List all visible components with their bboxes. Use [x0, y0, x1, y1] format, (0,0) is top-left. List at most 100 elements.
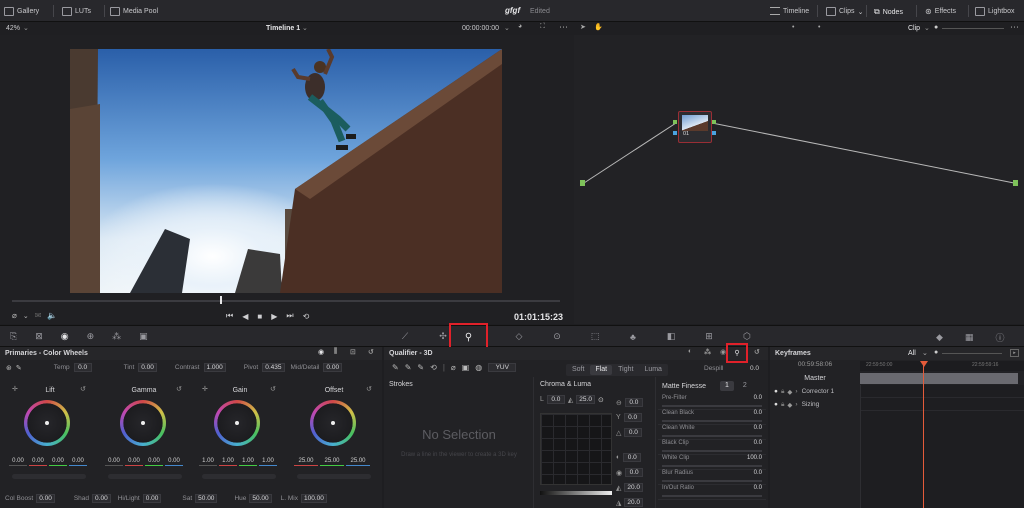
master-track-bar[interactable] — [860, 373, 1018, 384]
effects-button[interactable]: ⊛ Effects — [925, 7, 956, 16]
zoom-slider[interactable] — [942, 28, 1004, 29]
matte-finesse-row[interactable]: Pre-Filter 0.0 — [658, 395, 766, 410]
side-field-7[interactable]: 20.0 — [624, 498, 644, 507]
scrubber-playhead[interactable] — [220, 296, 222, 304]
zoom-slider-handle[interactable]: ● — [934, 24, 938, 31]
log-mode-icon[interactable]: ⊡ — [350, 348, 356, 356]
gamma-b[interactable]: 0.00 — [165, 457, 183, 466]
side-field-6[interactable]: 20.0 — [624, 483, 644, 492]
matte-param-slider[interactable] — [662, 480, 762, 482]
gamma-g[interactable]: 0.00 — [145, 457, 163, 466]
reset-icon[interactable]: ↺ — [368, 348, 374, 356]
pick-subtract-icon[interactable]: ✎ — [417, 363, 424, 372]
chevron-right-icon[interactable]: › — [795, 401, 797, 408]
chevron-down-icon[interactable]: ⌄ — [924, 24, 930, 32]
luts-button[interactable]: LUTs — [62, 7, 91, 16]
scrubber-bar[interactable] — [12, 300, 560, 302]
side-field-4[interactable]: 0.0 — [623, 453, 642, 462]
tab-flat[interactable]: Flat — [590, 365, 613, 375]
track-corrector-1[interactable]: ● 🔒︎ ◆ › Corrector 1 — [770, 385, 860, 398]
pick-add-icon[interactable]: ✎ — [405, 363, 412, 372]
bars-mode-icon[interactable]: ⫼ — [334, 348, 337, 356]
expand-icon[interactable]: ▸ — [1010, 349, 1019, 357]
offset-g[interactable]: 25.00 — [320, 457, 344, 466]
matte-finesse-row[interactable]: White Clip 100.0 — [658, 455, 766, 470]
gain-wheel[interactable] — [214, 400, 260, 446]
rgb-mode-icon[interactable]: ⁂ — [704, 348, 711, 356]
visibility-icon[interactable]: ● — [774, 388, 778, 395]
chevron-down-icon[interactable]: ⌄ — [504, 24, 510, 32]
zoom-handle[interactable]: ● — [934, 349, 938, 356]
wheels-mode-icon[interactable]: ◉ — [318, 348, 324, 356]
window-icon[interactable]: ◇ — [500, 331, 538, 342]
temp-field[interactable]: 0.0 — [73, 363, 92, 372]
keyframe-ruler[interactable]: 22:59:50:00 22:59:59:16 — [860, 361, 1024, 371]
side-field-1[interactable]: 0.0 — [624, 398, 643, 407]
eyedropper-icon[interactable]: ⌀ — [451, 363, 456, 372]
matte-param-value[interactable]: 0.0 — [754, 470, 762, 476]
matte-finesse-row[interactable]: Black Clip 0.0 — [658, 440, 766, 455]
color-wheels-icon[interactable]: ◉ — [61, 331, 69, 342]
matte-param-slider[interactable] — [662, 495, 762, 497]
lock-icon[interactable]: 🔒︎ — [781, 388, 784, 396]
nodes-button[interactable]: ⧉ Nodes — [874, 7, 903, 17]
matte-param-value[interactable]: 0.0 — [754, 440, 762, 446]
matte-finesse-row[interactable]: Blur Radius 0.0 — [658, 470, 766, 485]
gain-r[interactable]: 1.00 — [219, 457, 237, 466]
play-reverse-icon[interactable]: ◀ — [242, 312, 248, 321]
reset-icon[interactable]: ↺ — [754, 348, 760, 356]
hsl-mode-icon[interactable]: ◐ — [688, 348, 692, 355]
hilight-field[interactable]: 0.00 — [142, 494, 162, 503]
node-input-rgb[interactable] — [673, 120, 677, 124]
despill-value[interactable]: 0.0 — [750, 365, 759, 372]
camera-raw-icon[interactable]: ⎘ — [10, 331, 17, 342]
viewer-image[interactable] — [70, 49, 502, 293]
matte-tab-1[interactable]: 1 — [719, 381, 734, 391]
node-mode[interactable]: Clip — [908, 25, 920, 32]
tab-tight[interactable]: Tight — [613, 365, 638, 375]
lift-y[interactable]: 0.00 — [9, 457, 27, 466]
color-space-select[interactable]: YUV — [488, 363, 517, 372]
chevron-down-icon[interactable]: ⌄ — [922, 349, 928, 357]
gallery-button[interactable]: Gallery — [4, 7, 39, 16]
magic-mask-icon[interactable]: ⬚ — [576, 331, 614, 342]
blur-icon[interactable]: ♣ — [614, 332, 652, 342]
reset-icon[interactable]: ↺ — [176, 385, 182, 393]
target-icon[interactable]: ⊙ — [598, 396, 604, 404]
shad-field[interactable]: 0.00 — [92, 494, 111, 503]
keyframe-filter[interactable]: All — [908, 350, 916, 357]
matte-param-slider[interactable] — [662, 450, 762, 452]
more-options-icon[interactable]: ⋯ — [559, 22, 568, 33]
rgb-mixer-icon[interactable]: ⁂ — [112, 331, 121, 342]
timeline-button[interactable]: Timeline — [770, 7, 809, 15]
gain-g[interactable]: 1.00 — [239, 457, 257, 466]
zoom-level[interactable]: 42% — [6, 25, 20, 32]
offset-b[interactable]: 25.00 — [346, 457, 370, 466]
offset-r[interactable]: 25.00 — [294, 457, 318, 466]
3d-icon[interactable]: ⬡ — [728, 331, 766, 342]
pick-icon[interactable]: ✎ — [392, 363, 399, 372]
pointer-icon[interactable]: ➤ — [580, 23, 586, 31]
fullscreen-icon[interactable]: ⛶ — [540, 23, 545, 31]
gamma-master-slider[interactable] — [108, 474, 182, 479]
node-graph[interactable]: 01 — [574, 35, 1024, 324]
keyframes-icon[interactable]: ◆ — [936, 332, 943, 343]
lock-icon[interactable]: 🔒︎ — [781, 401, 784, 409]
gamma-r[interactable]: 0.00 — [125, 457, 143, 466]
keyframe-zoom-slider[interactable] — [942, 353, 1002, 354]
gain-y[interactable]: 1.00 — [199, 457, 217, 466]
reset-icon[interactable]: ↺ — [270, 385, 276, 393]
timeline-name[interactable]: Timeline 1 — [266, 25, 300, 32]
hue-field[interactable]: 50.00 — [249, 494, 272, 503]
chevron-down-icon[interactable]: ⌄ — [23, 24, 29, 32]
gamma-wheel[interactable] — [120, 400, 166, 446]
matte-finesse-row[interactable]: In/Out Ratio 0.0 — [658, 485, 766, 500]
side-field-5[interactable]: 0.0 — [625, 468, 644, 477]
lift-g[interactable]: 0.00 — [49, 457, 67, 466]
keyframe-playhead-head[interactable] — [920, 361, 928, 367]
chevron-down-icon[interactable]: ⌄ — [23, 312, 29, 320]
pick-feather-icon[interactable]: ⟲ — [430, 363, 437, 372]
matte-param-value[interactable]: 100.0 — [747, 455, 762, 461]
lift-b[interactable]: 0.00 — [69, 457, 87, 466]
matte-param-slider[interactable] — [662, 465, 762, 467]
